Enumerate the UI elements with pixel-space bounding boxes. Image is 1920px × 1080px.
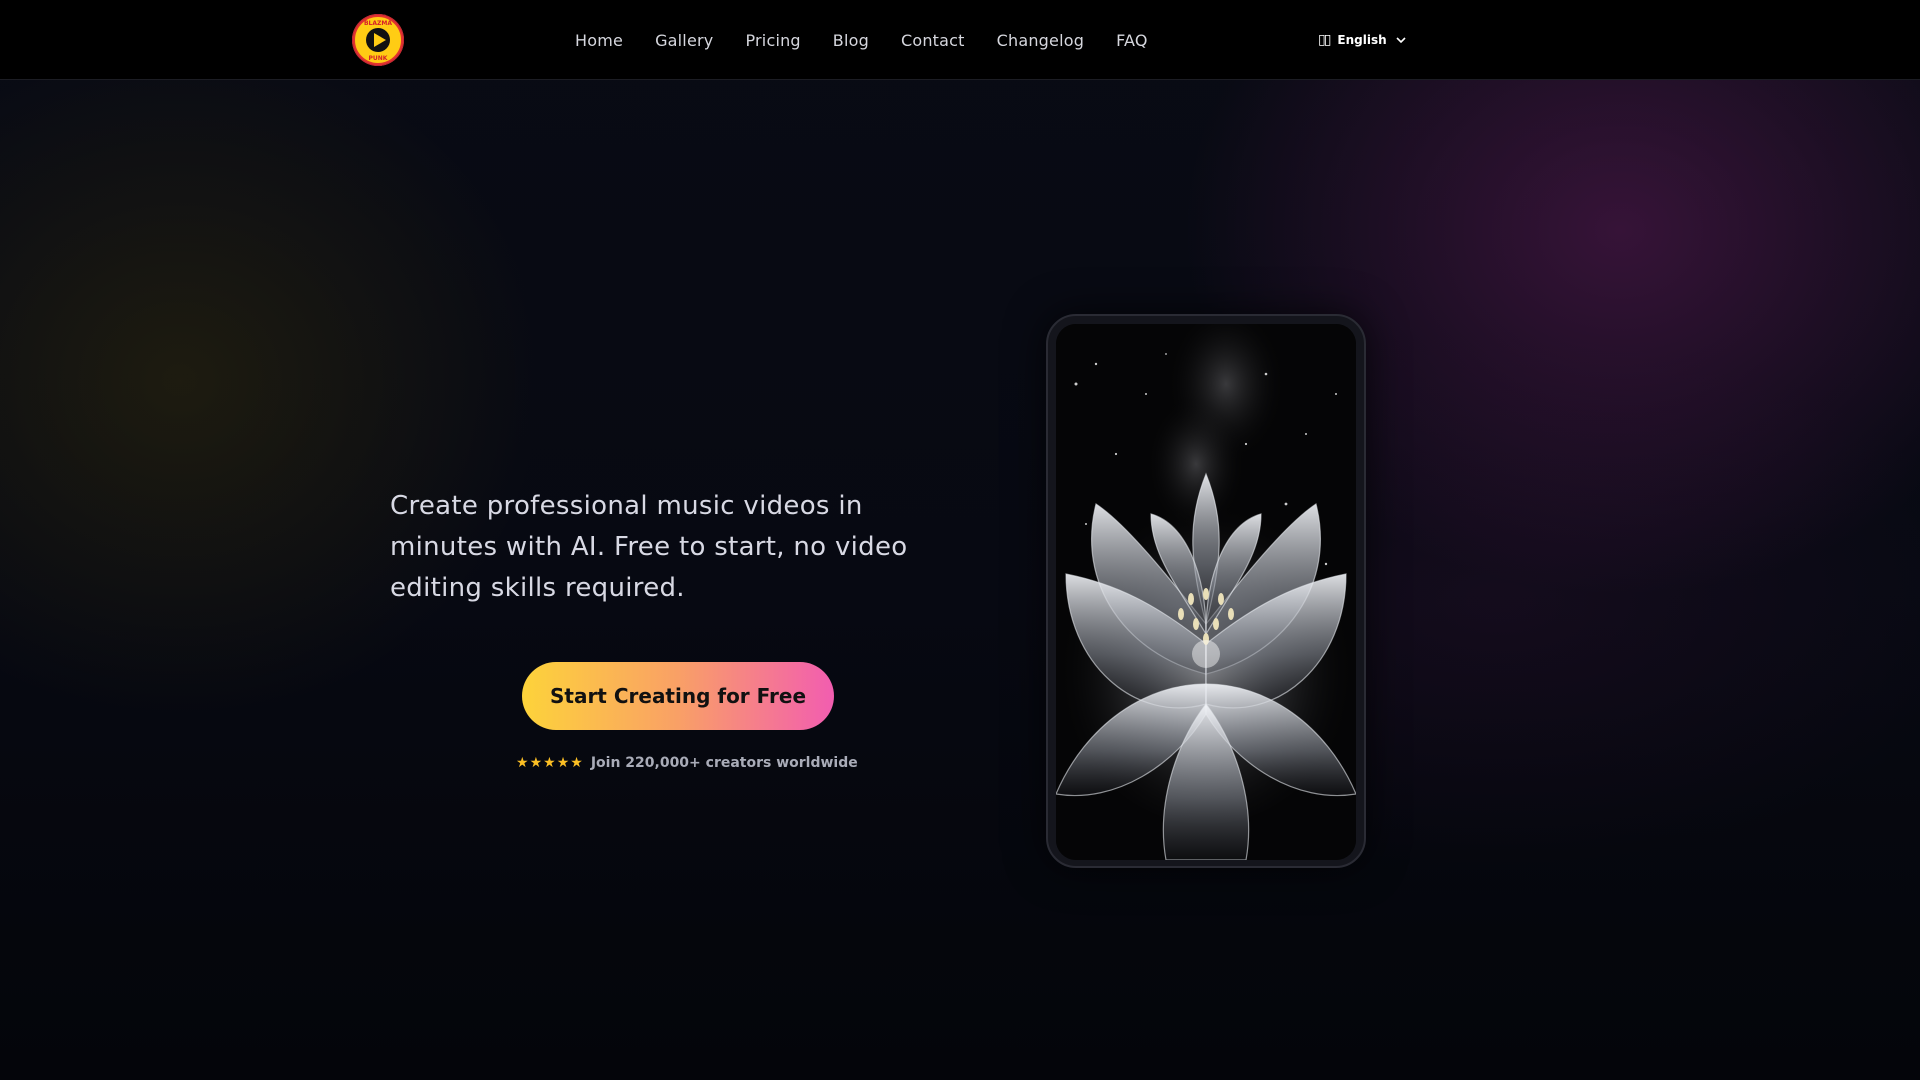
hero-headline: Create professional music videos in minu… (390, 491, 908, 603)
crystal-flower-image (1056, 324, 1356, 860)
video-preview[interactable] (1056, 324, 1356, 860)
nav-pricing[interactable]: Pricing (745, 31, 800, 50)
social-proof-text: Join 220,000+ creators worldwide (590, 755, 858, 771)
svg-text:BLAZMA: BLAZMA (364, 20, 392, 27)
nav-changelog[interactable]: Changelog (997, 31, 1084, 50)
nav-contact[interactable]: Contact (901, 31, 965, 50)
chevron-down-icon (1396, 37, 1406, 44)
star-icon: ★ (556, 755, 570, 771)
rating-stars: ★ ★ ★ ★ ★ (516, 756, 583, 770)
language-label: English (1337, 33, 1387, 47)
main-nav: Home Gallery Pricing Blog Contact Change… (575, 0, 1180, 80)
svg-text:PUNK: PUNK (369, 55, 388, 62)
language-selector[interactable]: ▯▯ English (1318, 27, 1407, 53)
brand-logo[interactable]: BLAZMA PUNK (352, 14, 404, 66)
star-icon: ★ (570, 755, 583, 771)
star-icon: ★ (529, 755, 543, 771)
star-icon: ★ (516, 755, 529, 771)
nav-gallery[interactable]: Gallery (655, 31, 713, 50)
page: BLAZMA PUNK Home Gallery Pricing Blog Co… (0, 0, 1920, 1080)
nav-blog[interactable]: Blog (833, 31, 869, 50)
star-icon: ★ (543, 755, 556, 771)
top-navbar: BLAZMA PUNK Home Gallery Pricing Blog Co… (0, 0, 1920, 80)
nav-home[interactable]: Home (575, 31, 623, 50)
social-proof: ★ ★ ★ ★ ★ Join 220,000+ creators worldwi… (516, 752, 858, 774)
play-icon: BLAZMA PUNK (353, 15, 403, 65)
nav-faq[interactable]: FAQ (1116, 31, 1148, 50)
start-creating-button[interactable]: Start Creating for Free (522, 662, 834, 730)
language-icon: ▯▯ (1318, 32, 1331, 48)
phone-mockup (1046, 314, 1366, 868)
